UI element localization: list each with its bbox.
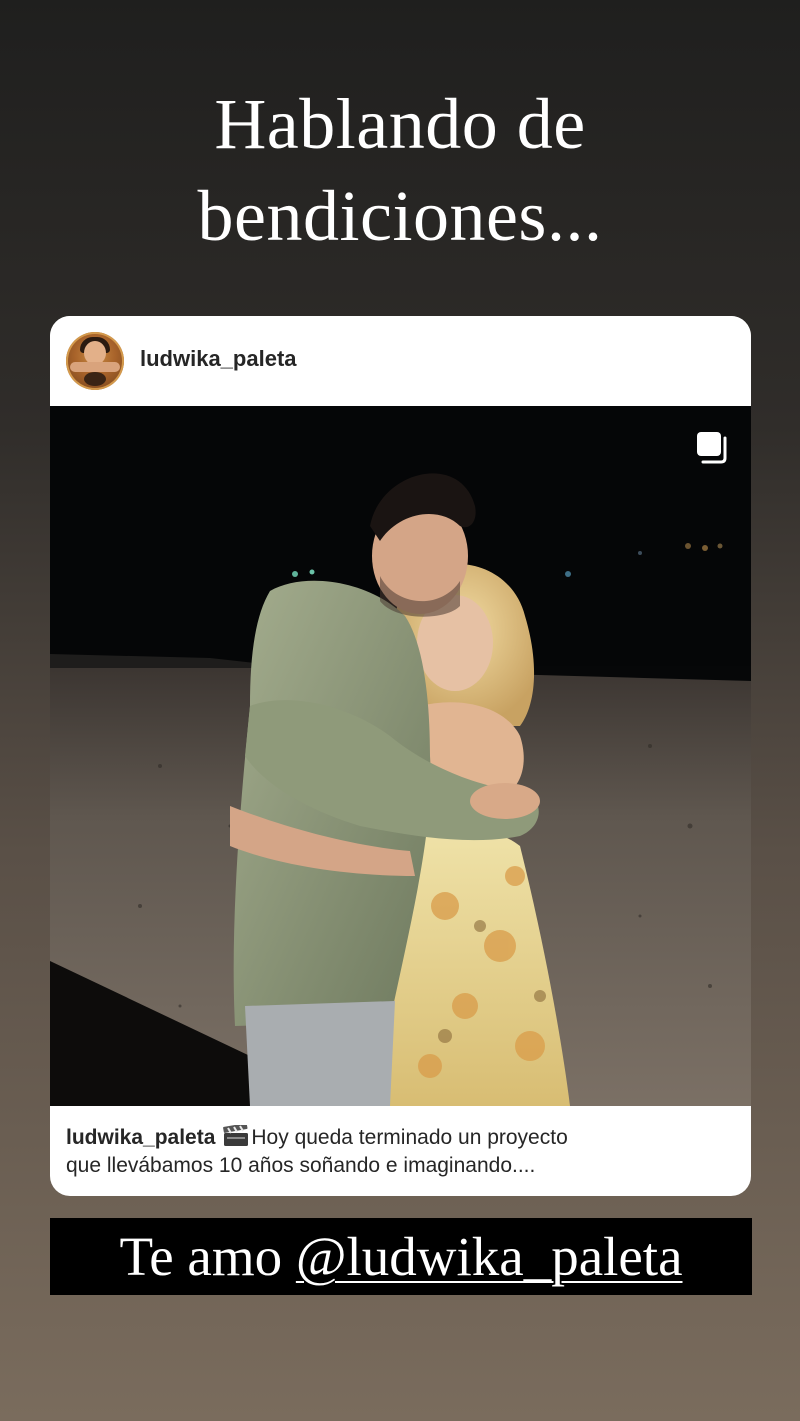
multiple-images-icon [697,432,727,464]
story-headline: Hablando de bendiciones... [0,78,800,262]
mention-link[interactable]: @ludwika_paleta [296,1226,683,1287]
mention-sticker: Te amo @ludwika_paleta [50,1218,752,1295]
post-caption: ludwika_paleta Hoy queda terminado un pr… [66,1124,736,1180]
shared-post-card[interactable]: ludwika_paleta ludwika_paleta Hoy queda … [50,316,751,1196]
post-header: ludwika_paleta [50,316,751,406]
headline-line-2: bendiciones... [197,176,603,256]
profile-avatar[interactable] [66,332,124,390]
mention-prefix: Te amo [119,1226,283,1287]
headline-line-1: Hablando de [214,84,586,164]
caption-line-2: que llevábamos 10 años soñando e imagina… [66,1154,536,1177]
photo-illustration [50,406,751,1106]
clapper-board-icon [223,1125,249,1146]
post-photo[interactable] [50,406,751,1106]
post-username[interactable]: ludwika_paleta [140,346,297,372]
caption-line-1: Hoy queda terminado un proyecto [251,1126,568,1149]
caption-username[interactable]: ludwika_paleta [66,1126,215,1149]
